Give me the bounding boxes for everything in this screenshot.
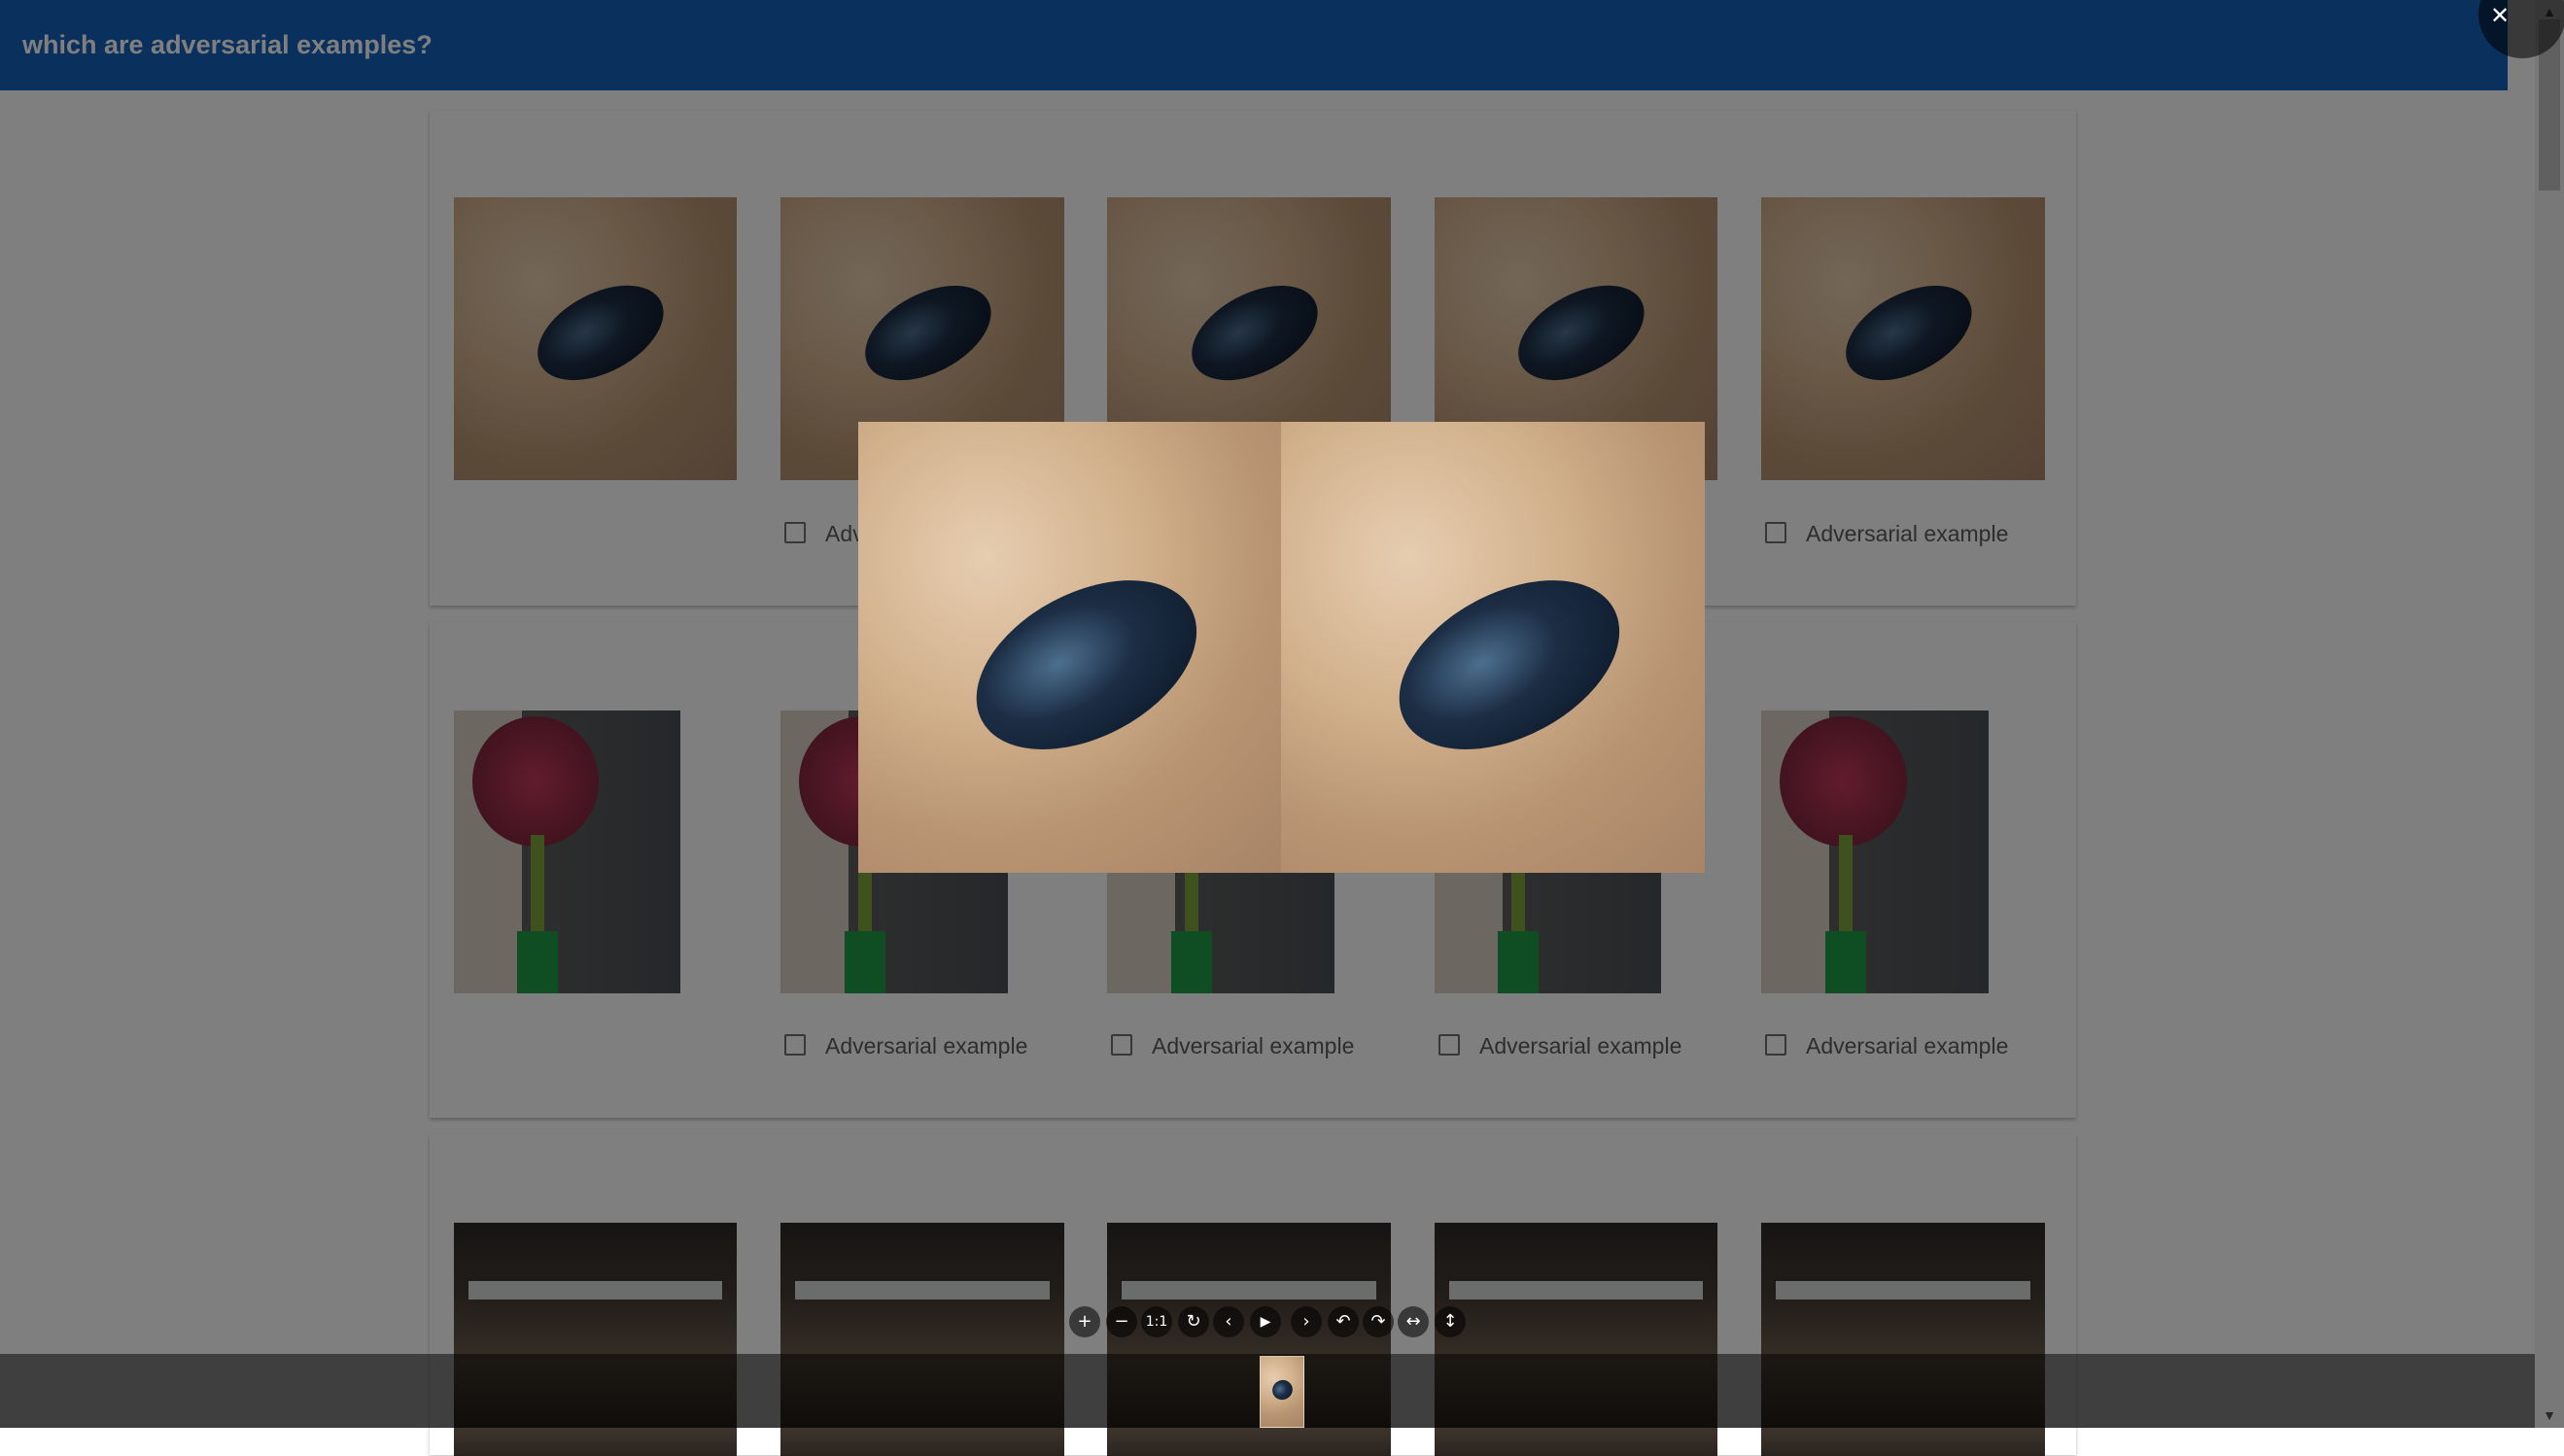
viewer-image[interactable] xyxy=(858,422,1705,873)
zoom-in-icon[interactable]: + xyxy=(1069,1306,1100,1337)
zoom-out-icon[interactable]: − xyxy=(1106,1306,1137,1337)
play-icon[interactable]: ▶ xyxy=(1250,1306,1281,1337)
beetle-image-left xyxy=(858,422,1282,873)
rotate-left-icon[interactable]: ↶ xyxy=(1328,1306,1359,1337)
close-icon: ✕ xyxy=(2490,2,2511,29)
flip-vertical-icon[interactable]: ↕ xyxy=(1435,1306,1466,1337)
reset-icon[interactable]: ↻ xyxy=(1178,1306,1209,1337)
one-to-one-button[interactable]: 1:1 xyxy=(1141,1306,1172,1337)
rotate-right-icon[interactable]: ↷ xyxy=(1363,1306,1394,1337)
viewer-thumbnail[interactable] xyxy=(1260,1356,1304,1428)
next-icon[interactable]: › xyxy=(1291,1306,1322,1337)
prev-icon[interactable]: ‹ xyxy=(1213,1306,1244,1337)
beetle-image-right xyxy=(1281,422,1705,873)
flip-horizontal-icon[interactable]: ↔ xyxy=(1398,1306,1429,1337)
